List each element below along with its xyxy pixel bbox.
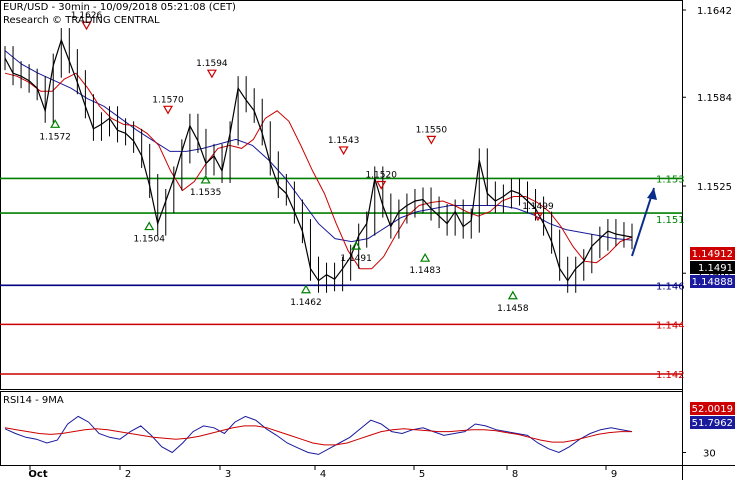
pivot-low-marker — [200, 174, 211, 184]
pivot-high-marker — [206, 69, 217, 79]
x-tick-label: 8 — [512, 469, 518, 480]
rsi-ma-line — [4, 425, 632, 446]
pivot-high-label: 1.1550 — [416, 125, 448, 135]
pivot-low-label: 1.1535 — [190, 188, 222, 198]
y-tick-label: 1.1584 — [697, 93, 732, 104]
x-tick-label: 2 — [125, 469, 131, 480]
main-pane-frame — [0, 0, 683, 390]
chart-header-credit: Research © TRADING CENTRAL — [3, 15, 160, 26]
rsi-pane-frame — [0, 391, 683, 466]
level-label: 1.151 — [656, 215, 685, 226]
pivot-high-label: 1.1543 — [328, 136, 360, 146]
pivot-low-label: 1.1572 — [39, 132, 71, 142]
pivot-low-label: 1.1458 — [497, 304, 529, 314]
x-tick-label: 5 — [419, 469, 425, 480]
y-tick-label: 1.1642 — [697, 6, 732, 17]
price-tag-label: 1.1491 — [698, 263, 733, 274]
pivot-high-marker — [338, 146, 349, 156]
ma-fast-line — [4, 72, 633, 270]
pivot-high-label: 1.1520 — [365, 171, 397, 181]
pivot-low-label: 1.1462 — [290, 298, 322, 308]
pivot-low-marker — [420, 252, 431, 262]
pivot-low-label: 1.1491 — [340, 254, 372, 264]
level-label: 1.144 — [656, 320, 685, 331]
pivot-high-label: 1.1594 — [196, 59, 228, 69]
pivot-low-label: 1.1504 — [133, 235, 165, 245]
pivot-low-marker — [50, 119, 61, 128]
pivot-high-marker — [426, 135, 437, 145]
price-line — [4, 38, 633, 282]
rsi-value-tag-label: 51.7962 — [692, 418, 733, 429]
pivot-high-marker — [376, 180, 387, 190]
pivot-high-label: 1.1499 — [522, 202, 554, 212]
rsi-y-tick-label: 30 — [703, 449, 716, 460]
x-tick-label: 3 — [225, 469, 231, 480]
level-label: 1.153 — [656, 174, 685, 185]
projection-arrow-head — [647, 188, 657, 200]
pivot-low-marker — [144, 221, 155, 231]
chart-canvas: 1.1531.1511.1461.1441.142 1.16261.15721.… — [0, 0, 735, 480]
pivot-low-label: 1.1483 — [409, 266, 441, 276]
price-tag-label: 1.14912 — [692, 249, 733, 260]
rsi-line — [4, 415, 633, 455]
level-label: 1.146 — [656, 281, 685, 292]
level-label: 1.142 — [656, 370, 685, 381]
pivot-low-marker — [300, 284, 311, 294]
x-tick-label: 9 — [611, 469, 617, 480]
x-tick-label: 4 — [320, 469, 326, 480]
pivot-low-marker — [507, 290, 518, 300]
y-tick-label: 1.1525 — [697, 182, 732, 193]
chart-header-title: EUR/USD - 30min - 10/09/2018 05:21:08 (C… — [3, 2, 236, 13]
rsi-value-tag-label: 52.0019 — [692, 404, 733, 415]
price-tag-label: 1.14888 — [692, 277, 733, 288]
chart-root: 1.153 1.151 1.146 1.144 1.142 1.1626 1.1572 1.… — [0, 0, 735, 480]
pivot-high-label: 1.1570 — [152, 95, 184, 105]
pivot-high-marker — [162, 105, 174, 115]
rsi-title: RSI14 - 9MA — [3, 395, 64, 406]
x-tick-label: Oct — [28, 469, 47, 480]
